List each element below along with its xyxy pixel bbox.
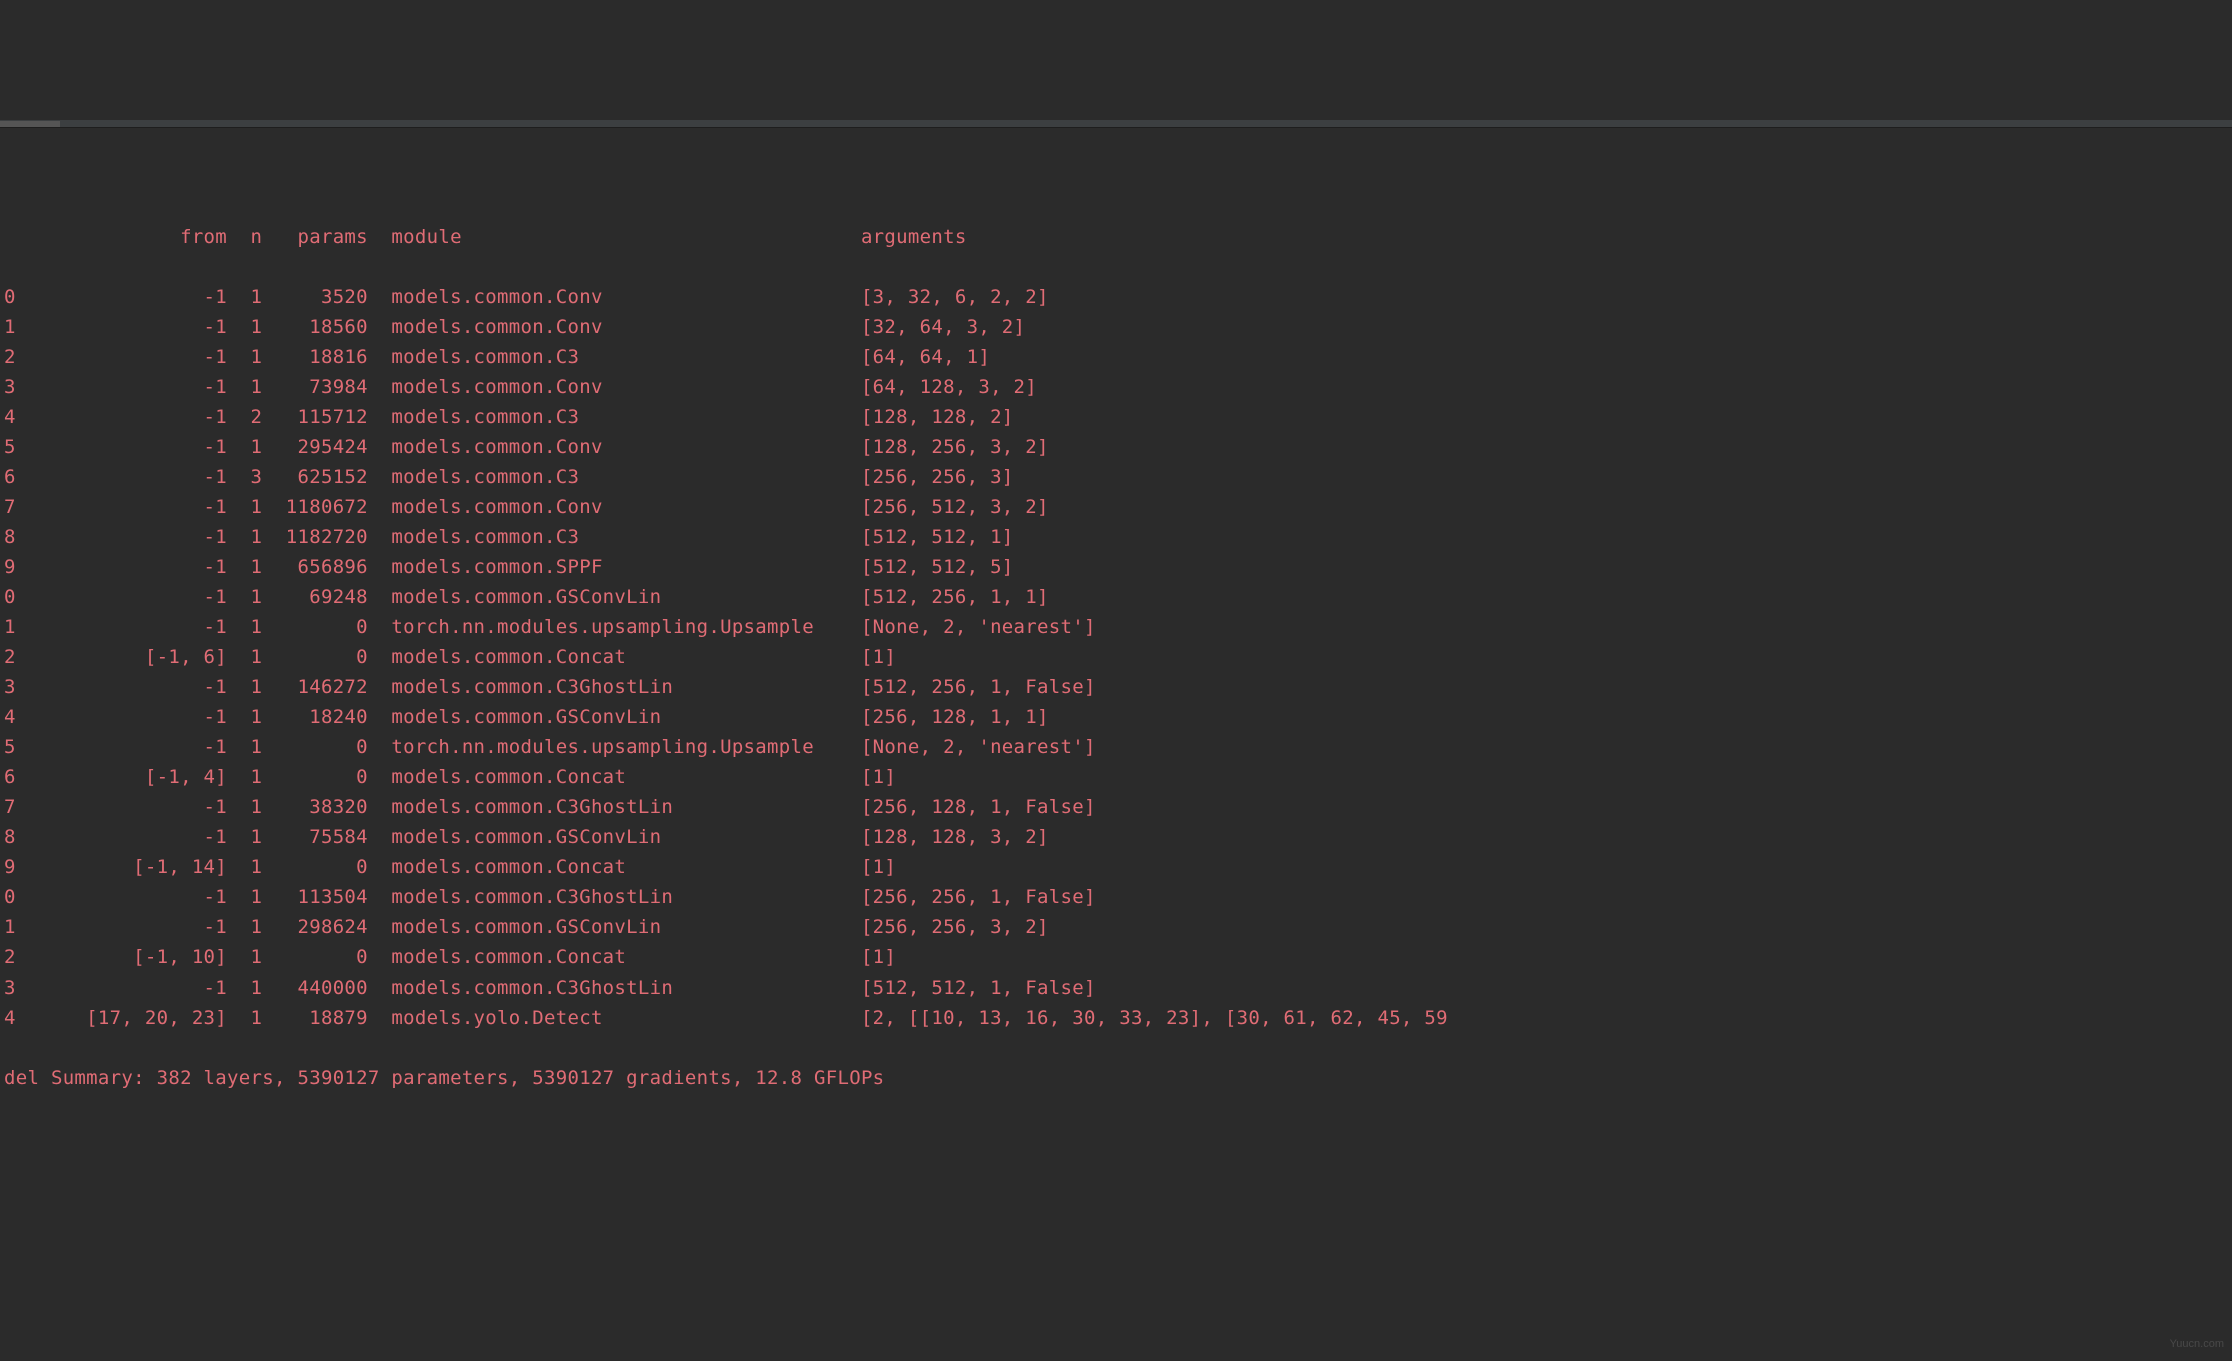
table-row: 8 -1 1 75584 models.common.GSConvLin [12… [4, 822, 2232, 852]
table-body: 0 -1 1 3520 models.common.Conv [3, 32, 6… [4, 282, 2232, 1032]
table-row: 0 -1 1 3520 models.common.Conv [3, 32, 6… [4, 282, 2232, 312]
table-row: 8 -1 1 1182720 models.common.C3 [512, 51… [4, 522, 2232, 552]
active-tab-indicator[interactable] [0, 121, 60, 127]
table-row: 6 [-1, 4] 1 0 models.common.Concat [1] [4, 762, 2232, 792]
table-row: 4 -1 2 115712 models.common.C3 [128, 128… [4, 402, 2232, 432]
table-row: 6 -1 3 625152 models.common.C3 [256, 256… [4, 462, 2232, 492]
table-row: 1 -1 1 18560 models.common.Conv [32, 64,… [4, 312, 2232, 342]
table-row: 4 -1 1 18240 models.common.GSConvLin [25… [4, 702, 2232, 732]
watermark: Yuucn.com [2170, 1336, 2224, 1353]
table-row: 4 [17, 20, 23] 1 18879 models.yolo.Detec… [4, 1003, 2232, 1033]
table-row: 3 -1 1 73984 models.common.Conv [64, 128… [4, 372, 2232, 402]
table-row: 7 -1 1 38320 models.common.C3GhostLin [2… [4, 792, 2232, 822]
table-row: 5 -1 1 295424 models.common.Conv [128, 2… [4, 432, 2232, 462]
table-row: 9 [-1, 14] 1 0 models.common.Concat [1] [4, 852, 2232, 882]
table-row: 0 -1 1 69248 models.common.GSConvLin [51… [4, 582, 2232, 612]
table-row: 1 -1 1 0 torch.nn.modules.upsampling.Ups… [4, 612, 2232, 642]
table-row: 1 -1 1 298624 models.common.GSConvLin [2… [4, 912, 2232, 942]
table-header: from n params module arguments [4, 222, 2232, 252]
table-row: 3 -1 1 146272 models.common.C3GhostLin [… [4, 672, 2232, 702]
table-row: 2 [-1, 6] 1 0 models.common.Concat [1] [4, 642, 2232, 672]
terminal-output: from n params module arguments 0 -1 1 35… [0, 188, 2232, 1122]
table-row: 7 -1 1 1180672 models.common.Conv [256, … [4, 492, 2232, 522]
model-summary: del Summary: 382 layers, 5390127 paramet… [4, 1063, 2232, 1093]
tab-bar [0, 120, 2232, 128]
table-row: 3 -1 1 440000 models.common.C3GhostLin [… [4, 973, 2232, 1003]
table-row: 9 -1 1 656896 models.common.SPPF [512, 5… [4, 552, 2232, 582]
table-row: 5 -1 1 0 torch.nn.modules.upsampling.Ups… [4, 732, 2232, 762]
table-row: 2 [-1, 10] 1 0 models.common.Concat [1] [4, 942, 2232, 972]
table-row: 0 -1 1 113504 models.common.C3GhostLin [… [4, 882, 2232, 912]
table-row: 2 -1 1 18816 models.common.C3 [64, 64, 1… [4, 342, 2232, 372]
